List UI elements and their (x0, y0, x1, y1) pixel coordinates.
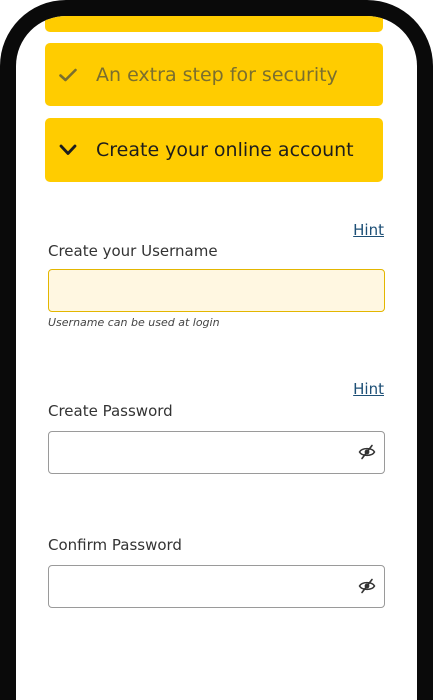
check-icon (57, 64, 79, 86)
username-field-wrapper (48, 269, 385, 312)
step-create-account[interactable]: Create your online account (45, 118, 383, 182)
confirm-password-label: Confirm Password (48, 536, 182, 554)
chevron-down-icon (57, 139, 79, 161)
device-frame: An extra step for security Create your o… (0, 0, 433, 700)
eye-slash-icon[interactable] (358, 444, 376, 460)
confirm-password-input[interactable] (49, 566, 384, 607)
step-security-label: An extra step for security (96, 63, 338, 86)
password-hint-link[interactable]: Hint (353, 380, 384, 398)
password-field-wrapper (48, 431, 385, 474)
password-label: Create Password (48, 402, 173, 420)
username-label: Create your Username (48, 242, 218, 260)
username-hint-link[interactable]: Hint (353, 221, 384, 239)
step-security[interactable]: An extra step for security (45, 43, 383, 106)
eye-slash-icon[interactable] (358, 578, 376, 594)
confirm-password-field-wrapper (48, 565, 385, 608)
username-help-text: Username can be used at login (48, 316, 220, 329)
step-create-label: Create your online account (96, 139, 354, 161)
password-input[interactable] (49, 432, 384, 473)
username-input[interactable] (49, 270, 384, 311)
step-previous (45, 16, 383, 32)
